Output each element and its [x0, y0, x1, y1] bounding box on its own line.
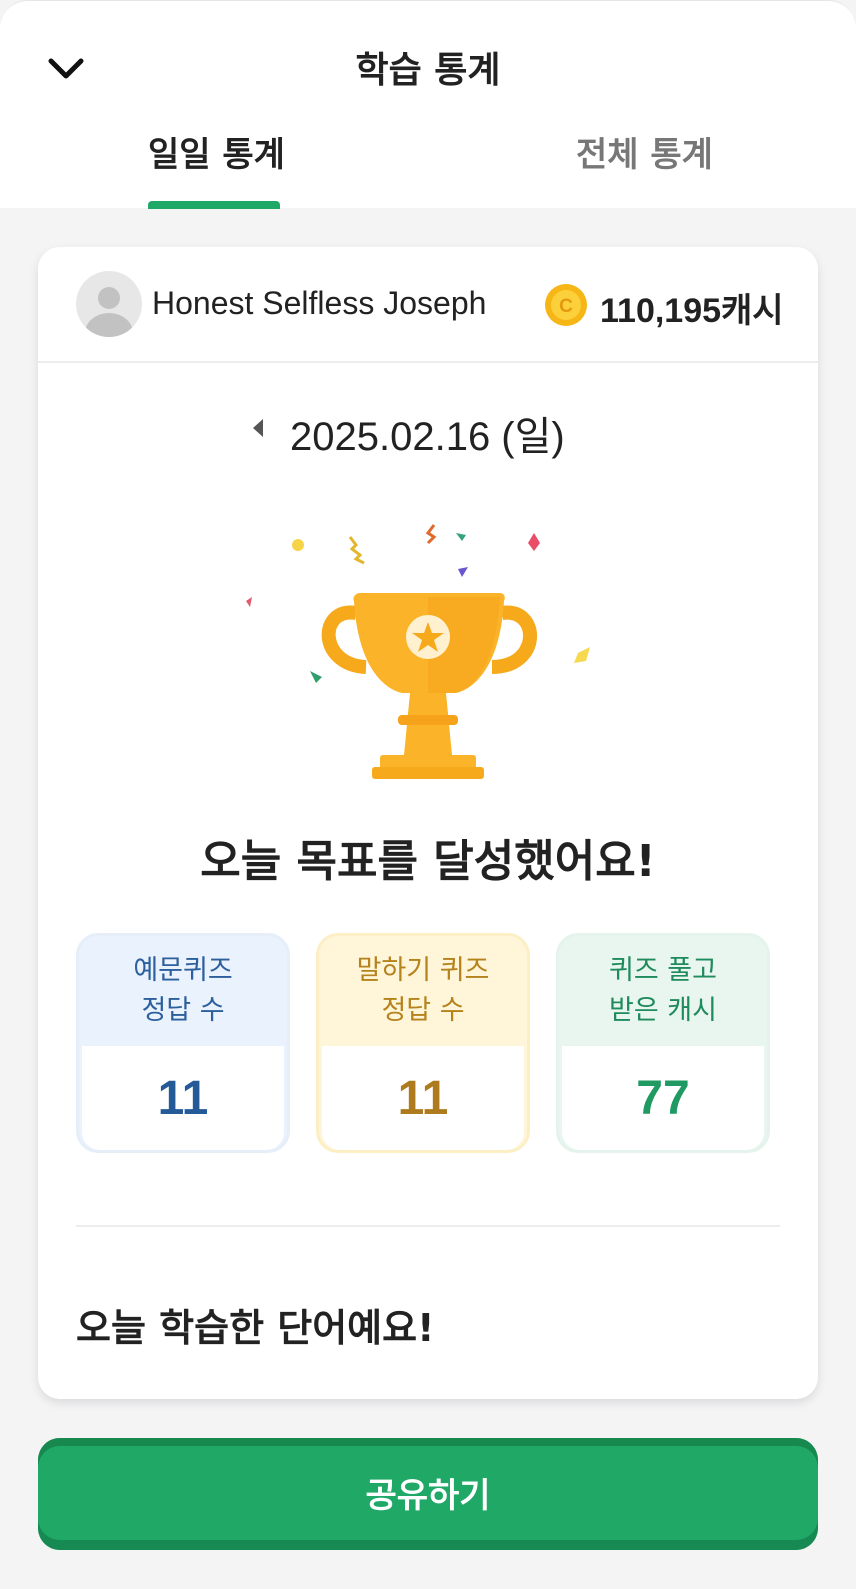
avatar	[76, 271, 142, 337]
stat-label: 퀴즈 풀고 받은 캐시	[609, 955, 717, 1026]
date-label: 2025.02.16 (일)	[290, 415, 565, 459]
cash-amount: 110,195캐시	[600, 292, 784, 330]
stat-earned-cash: 퀴즈 풀고 받은 캐시 77	[556, 933, 770, 1153]
stat-label: 예문퀴즈 정답 수	[133, 955, 233, 1026]
stat-value: 77	[562, 1046, 764, 1150]
share-button-label: 공유하기	[365, 1475, 491, 1516]
stat-speaking-quiz: 말하기 퀴즈 정답 수 11	[316, 933, 530, 1153]
stat-value: 11	[82, 1046, 284, 1150]
divider	[76, 1225, 780, 1227]
trophy-icon	[246, 524, 590, 779]
page-title: 학습 통계	[355, 50, 501, 91]
svg-text:C: C	[559, 296, 573, 317]
stat-value: 11	[322, 1046, 524, 1150]
learned-words-title: 오늘 학습한 단어예요!	[76, 1306, 435, 1350]
caret-left-icon	[253, 419, 263, 437]
share-button[interactable]: 공유하기	[38, 1438, 818, 1550]
top-bar: 학습 통계 일일 통계 전체 통계	[0, 0, 856, 209]
coin-icon: C	[545, 284, 587, 326]
person-icon	[85, 287, 133, 337]
previous-date-button[interactable]	[246, 414, 270, 442]
profile-row: Honest Selfless Joseph C 110,195캐시	[38, 247, 818, 363]
achievement-message: 오늘 목표를 달성했어요!	[200, 836, 656, 887]
username: Honest Selfless Joseph	[152, 285, 487, 321]
stat-sentence-quiz: 예문퀴즈 정답 수 11	[76, 933, 290, 1153]
active-tab-indicator	[148, 201, 280, 209]
tab-daily-stats[interactable]: 일일 통계	[148, 127, 285, 176]
date-selector: 2025.02.16 (일)	[38, 402, 818, 459]
daily-stats-card: Honest Selfless Joseph C 110,195캐시 2025.…	[38, 247, 818, 1399]
tab-total-stats[interactable]: 전체 통계	[576, 127, 713, 176]
stat-label: 말하기 퀴즈 정답 수	[356, 955, 490, 1026]
